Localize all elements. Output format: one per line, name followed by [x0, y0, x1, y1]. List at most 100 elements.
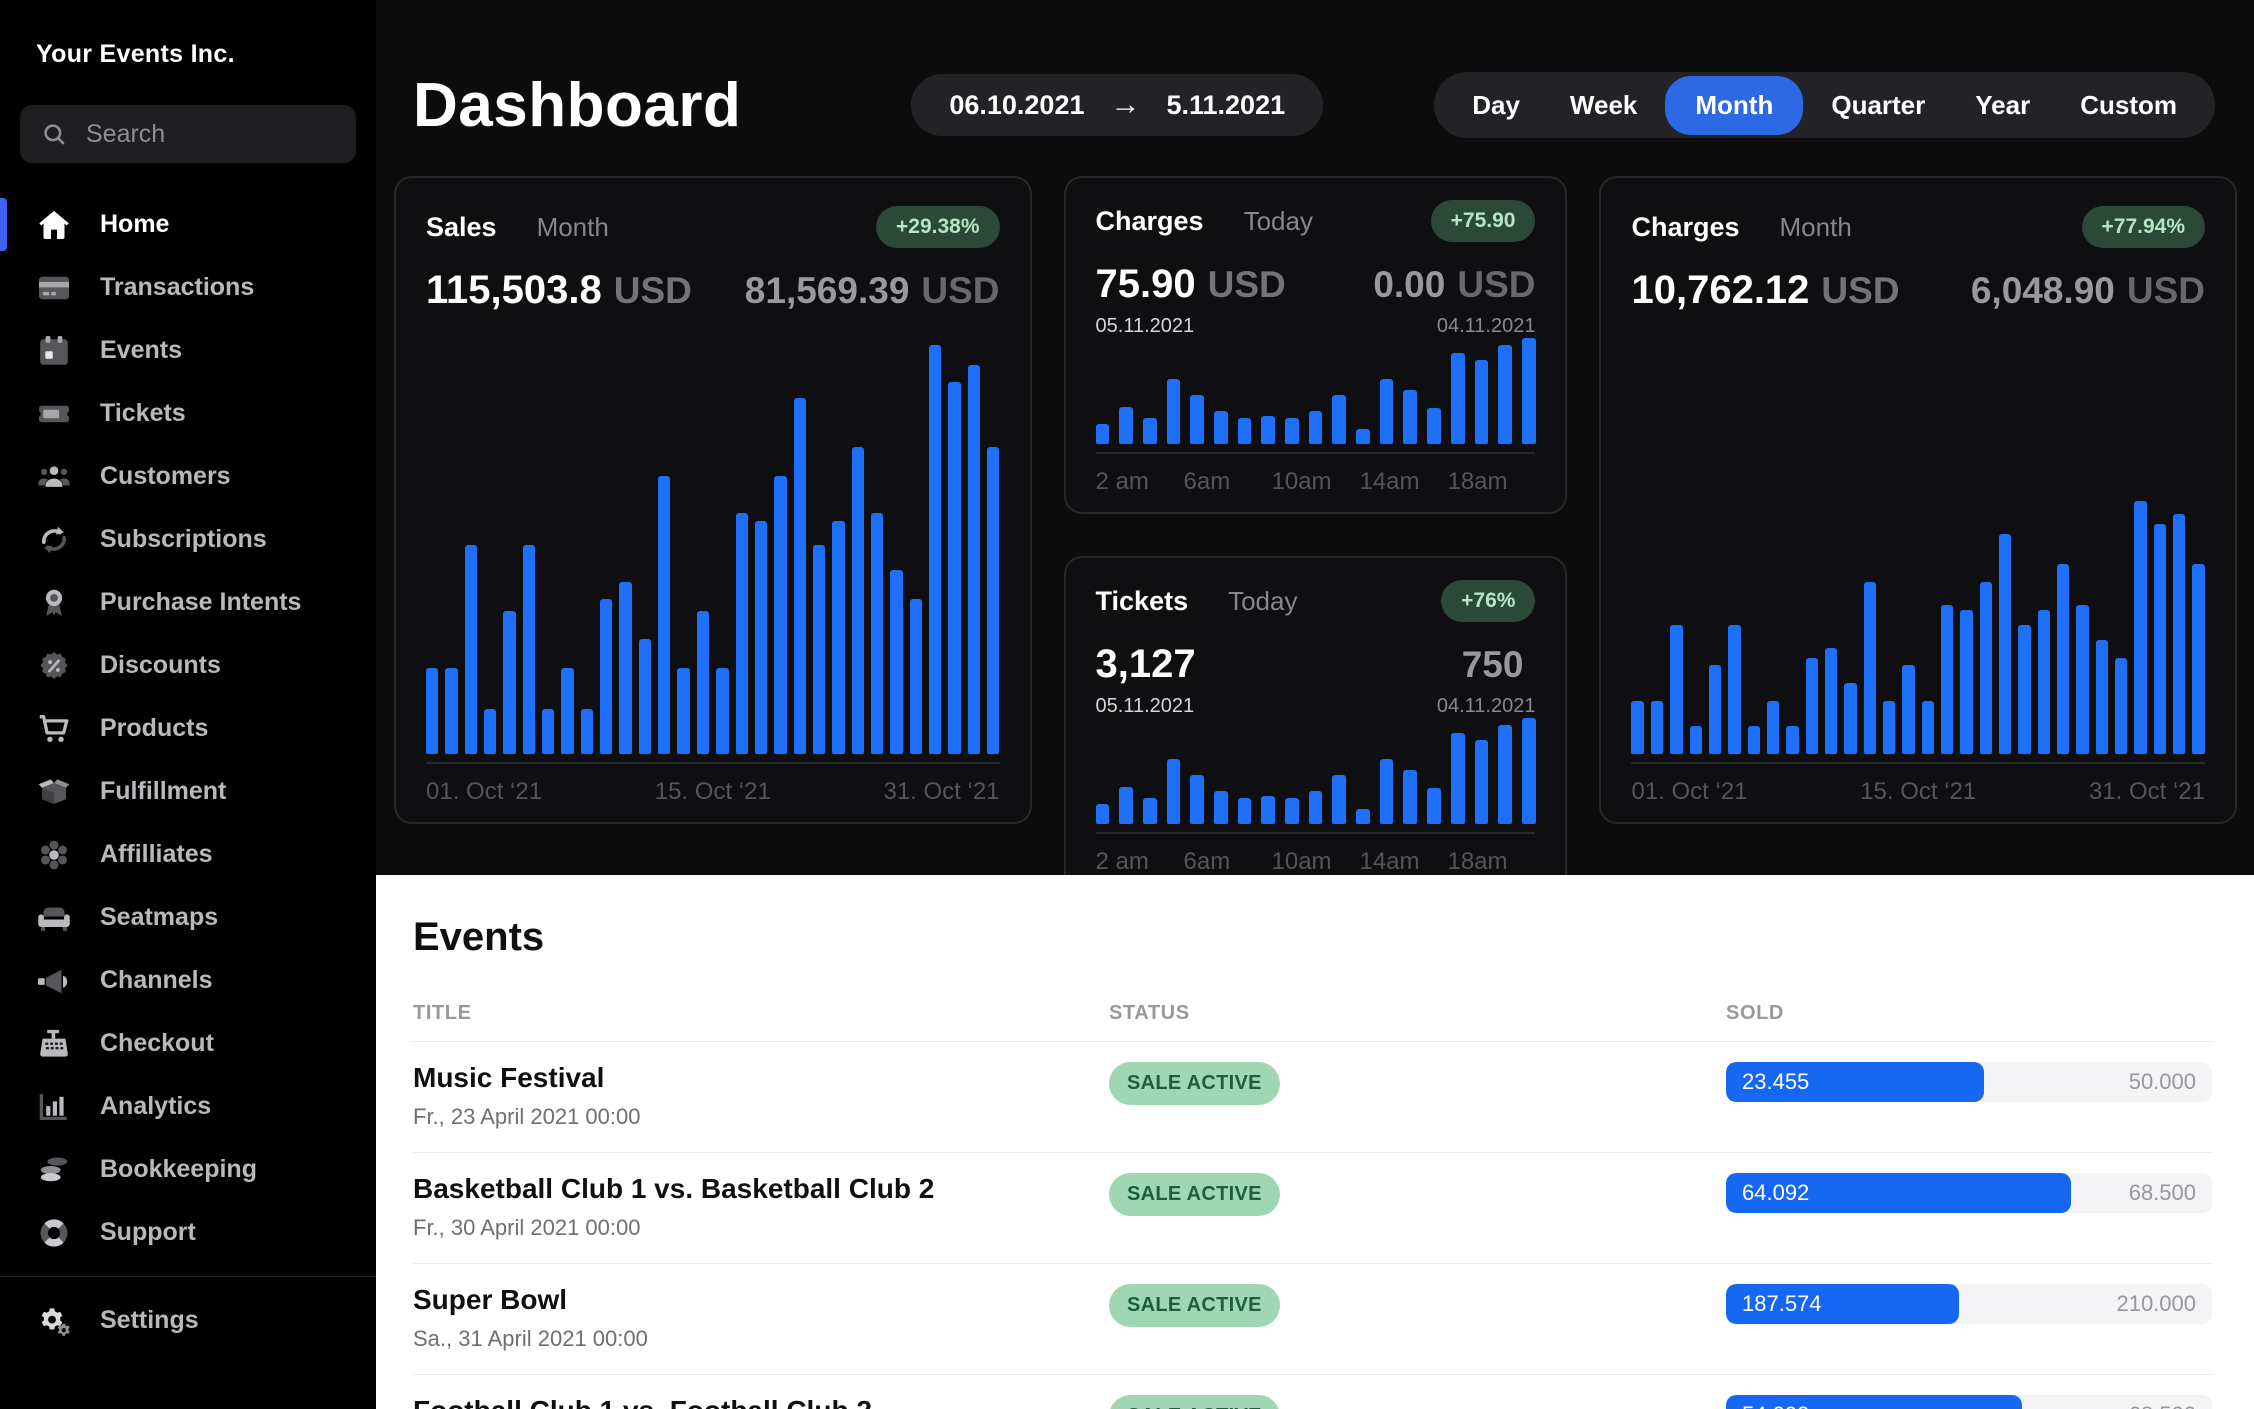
bar [852, 447, 864, 754]
sidebar-item-checkout[interactable]: Checkout [0, 1012, 376, 1075]
period-tab-quarter[interactable]: Quarter [1809, 76, 1947, 135]
sofa-icon [36, 900, 72, 936]
x-tick: 14am [1359, 848, 1447, 876]
tickets-today-card: Tickets Today +76% 3,127 750 05.11.2021 … [1064, 556, 1568, 894]
x-tick: 01. Oct ‘21 [1631, 778, 1747, 806]
table-row[interactable]: Basketball Club 1 vs. Basketball Club 2 … [413, 1153, 2212, 1264]
bar [1238, 798, 1252, 825]
sidebar-item-analytics[interactable]: Analytics [0, 1075, 376, 1138]
bar [755, 521, 767, 754]
table-row[interactable]: Music Festival Fr., 23 April 2021 00:00 … [413, 1042, 2212, 1153]
bar [561, 668, 573, 754]
primary-date: 05.11.2021 [1096, 315, 1195, 338]
sidebar-item-label: Support [100, 1218, 196, 1247]
bar [1403, 390, 1417, 444]
home-icon [36, 207, 72, 243]
bar [523, 545, 535, 754]
bar [1332, 775, 1346, 824]
bar [1143, 418, 1157, 445]
sidebar-item-label: Discounts [100, 651, 221, 680]
middle-card-column: Charges Today +75.90 75.90 USD 0.00 USD … [1064, 176, 1568, 824]
x-tick: 15. Oct ‘21 [1860, 778, 1976, 806]
bar [1214, 791, 1228, 824]
sidebar-item-home[interactable]: Home [0, 193, 376, 256]
x-tick: 6am [1184, 848, 1272, 876]
x-tick: 31. Oct ‘21 [883, 778, 999, 806]
column-header-title: TITLE [413, 1002, 1109, 1025]
event-title: Music Festival [413, 1062, 1109, 1094]
period-tab-custom[interactable]: Custom [2058, 76, 2199, 135]
sidebar-item-discounts[interactable]: Discounts [0, 634, 376, 697]
bar [1498, 725, 1512, 824]
bar [2018, 625, 2030, 754]
sidebar-item-channels[interactable]: Channels [0, 949, 376, 1012]
bar [2154, 524, 2166, 754]
sold-progress-fill: 187.574 [1726, 1284, 1959, 1324]
sales-month-chart: 01. Oct ‘2115. Oct ‘2131. Oct ‘21 [426, 345, 1000, 822]
sidebar-item-seatmaps[interactable]: Seatmaps [0, 886, 376, 949]
bar [1709, 665, 1721, 754]
secondary-value: 81,569.39 [745, 270, 910, 312]
bar [2096, 640, 2108, 754]
sidebar-item-purchase-intents[interactable]: Purchase Intents [0, 571, 376, 634]
bar [1825, 648, 1837, 754]
search-icon [40, 120, 68, 148]
bar [1119, 787, 1133, 824]
period-tab-month[interactable]: Month [1665, 76, 1803, 135]
change-badge: +29.38% [876, 206, 1000, 248]
open-box-icon [36, 774, 72, 810]
secondary-unit: USD [1457, 264, 1535, 306]
tickets-today-chart: 2 am6am10am14am18am [1096, 718, 1536, 892]
bar [1670, 625, 1682, 754]
bar [1631, 701, 1643, 754]
table-row[interactable]: Football Club 1 vs. Football Club 2 Fr.,… [413, 1375, 2212, 1409]
bar [1427, 408, 1441, 444]
credit-card-icon [36, 270, 72, 306]
sidebar-item-products[interactable]: Products [0, 697, 376, 760]
sold-total: 210.000 [2116, 1291, 2212, 1317]
sidebar-item-affilliates[interactable]: Affilliates [0, 823, 376, 886]
bar [503, 611, 515, 754]
sidebar-item-transactions[interactable]: Transactions [0, 256, 376, 319]
table-row[interactable]: Super Bowl Sa., 31 April 2021 00:00 SALE… [413, 1264, 2212, 1375]
lifebuoy-icon [36, 1215, 72, 1251]
sidebar-item-settings[interactable]: Settings [0, 1289, 376, 1352]
sidebar-item-tickets[interactable]: Tickets [0, 382, 376, 445]
bar [1922, 701, 1934, 754]
x-tick: 2 am [1096, 468, 1184, 496]
search-box[interactable] [20, 105, 356, 163]
cart-icon [36, 711, 72, 747]
sidebar-item-bookkeeping[interactable]: Bookkeeping [0, 1138, 376, 1201]
period-tab-day[interactable]: Day [1450, 76, 1542, 135]
period-tab-week[interactable]: Week [1548, 76, 1659, 135]
sold-value: 187.574 [1742, 1291, 1822, 1317]
sidebar-item-support[interactable]: Support [0, 1201, 376, 1264]
events-table-body: Music Festival Fr., 23 April 2021 00:00 … [413, 1042, 2212, 1409]
sidebar-item-events[interactable]: Events [0, 319, 376, 382]
sidebar-item-label: Checkout [100, 1029, 214, 1058]
bar-group [1631, 501, 2205, 754]
rosette-icon [36, 585, 72, 621]
company-name: Your Events Inc. [0, 0, 376, 93]
bar [716, 668, 728, 754]
sold-value: 64.092 [1742, 1180, 1809, 1206]
sidebar-nav: HomeTransactionsEventsTicketsCustomersSu… [0, 187, 376, 1409]
primary-value: 75.90 [1096, 262, 1196, 307]
sidebar-item-customers[interactable]: Customers [0, 445, 376, 508]
bar [2115, 658, 2127, 754]
charges-month-chart: 01. Oct ‘2115. Oct ‘2131. Oct ‘21 [1631, 501, 2205, 822]
bar [1902, 665, 1914, 754]
event-date: Fr., 23 April 2021 00:00 [413, 1104, 1109, 1130]
bar [1767, 701, 1779, 754]
bar [2057, 564, 2069, 754]
search-input[interactable] [84, 119, 336, 150]
sidebar-item-fulfillment[interactable]: Fulfillment [0, 760, 376, 823]
bar-group [1096, 718, 1536, 824]
status-badge: SALE ACTIVE [1109, 1062, 1280, 1105]
bar [1214, 411, 1228, 444]
date-range-picker[interactable]: 06.10.2021 → 5.11.2021 [911, 74, 1323, 136]
sidebar-item-label: Products [100, 714, 208, 743]
period-tab-year[interactable]: Year [1953, 76, 2052, 135]
bar [813, 545, 825, 754]
sidebar-item-subscriptions[interactable]: Subscriptions [0, 508, 376, 571]
